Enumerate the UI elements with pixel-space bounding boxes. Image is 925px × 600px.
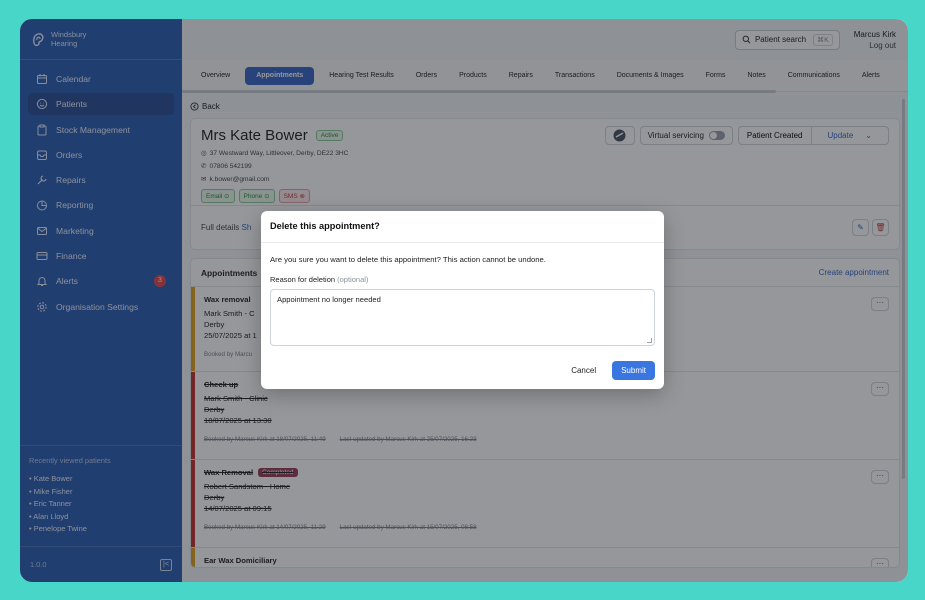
reason-label: Reason for deletion (optional) — [270, 275, 655, 284]
dialog-title: Delete this appointment? — [261, 211, 664, 243]
reason-value: Appointment no longer needed — [277, 295, 381, 304]
reason-textarea[interactable]: Appointment no longer needed — [270, 289, 655, 346]
resize-handle-icon[interactable] — [647, 338, 652, 343]
submit-button[interactable]: Submit — [612, 361, 655, 380]
reason-optional-hint: (optional) — [337, 275, 369, 284]
reason-label-text: Reason for deletion — [270, 275, 336, 284]
dialog-message: Are you sure you want to delete this app… — [270, 255, 546, 264]
cancel-button[interactable]: Cancel — [565, 361, 602, 380]
delete-appointment-dialog: Delete this appointment? Are you sure yo… — [261, 211, 664, 389]
